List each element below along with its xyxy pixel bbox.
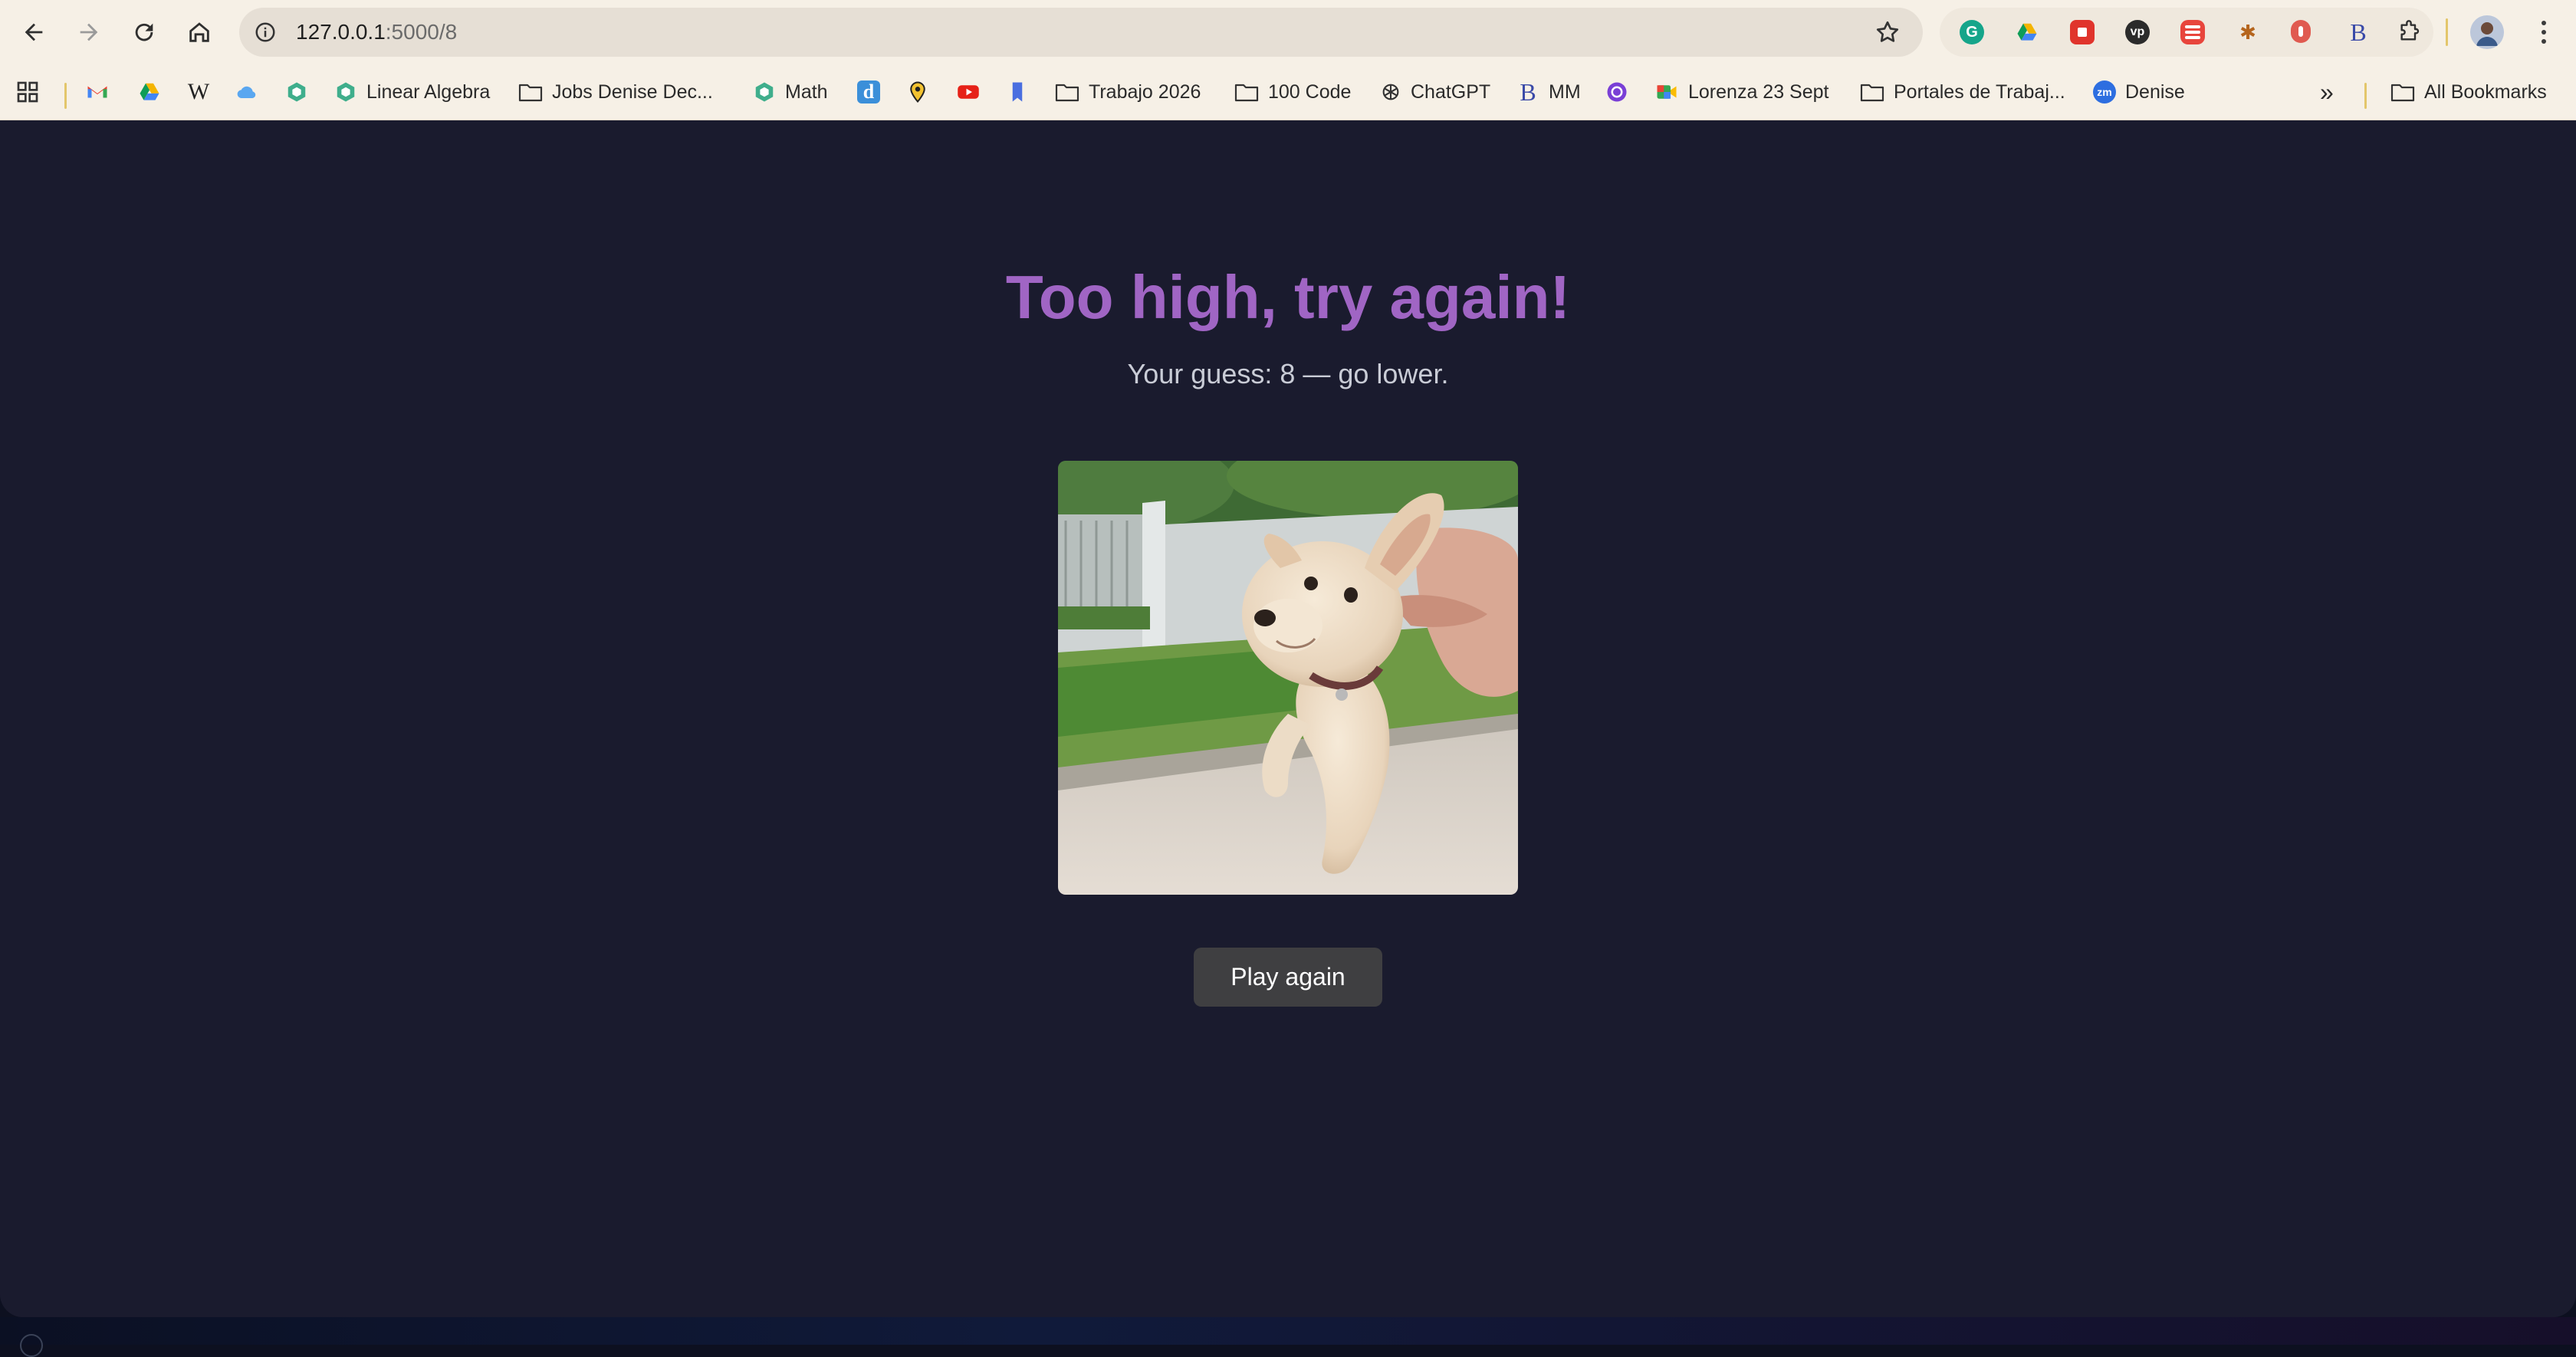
cloud-icon xyxy=(237,86,256,99)
bookmark-denise[interactable]: zm Denise xyxy=(2093,72,2185,112)
bookmark-mm[interactable]: B MM xyxy=(1516,72,1581,112)
hexagon-icon xyxy=(755,82,774,102)
folder-icon xyxy=(1234,84,1259,102)
bug-extension-icon[interactable]: ✱ xyxy=(2236,20,2260,44)
google-meet-icon xyxy=(1657,85,1677,99)
bookmark-star-icon[interactable] xyxy=(1874,18,1901,46)
location-pin-icon xyxy=(910,81,925,104)
youtube-icon xyxy=(958,85,979,99)
bookmark-ribbon[interactable] xyxy=(1006,72,1029,112)
url-text[interactable]: 127.0.0.1:5000/8 xyxy=(296,8,457,57)
bookmark-d[interactable]: d xyxy=(857,72,880,112)
profile-avatar[interactable] xyxy=(2470,15,2504,49)
guess-feedback: Your guess: 8 — go lower. xyxy=(1127,358,1449,389)
b-site-icon: B xyxy=(1520,77,1536,106)
google-drive-icon xyxy=(140,83,159,100)
d-site-icon: d xyxy=(857,80,880,104)
wikipedia-icon: W xyxy=(187,79,210,104)
bookmark-lorenza[interactable]: Lorenza 23 Sept xyxy=(1654,72,1829,112)
bookmark-youtube[interactable] xyxy=(955,72,981,112)
bookmark-linear-algebra[interactable]: Linear Algebra xyxy=(334,72,490,112)
folder-icon xyxy=(1055,84,1079,102)
google-drive-extension-icon[interactable] xyxy=(2015,20,2039,44)
browser-window: 127.0.0.1:5000/8 G vp ✱ B W Linear Algeb… xyxy=(0,0,2576,1317)
forward-arrow-icon[interactable] xyxy=(67,11,110,54)
bookmarks-divider xyxy=(2364,83,2367,109)
bookmark-label: Denise xyxy=(2125,80,2185,103)
site-info-icon[interactable] xyxy=(250,17,281,48)
bookmark-hex[interactable] xyxy=(285,72,308,112)
page-content: Too high, try again! Your guess: 8 — go … xyxy=(0,120,2576,1317)
b-extension-icon[interactable]: B xyxy=(2346,18,2371,46)
mic-extension-icon[interactable] xyxy=(2291,20,2311,43)
back-arrow-icon[interactable] xyxy=(12,11,55,54)
vd-extension-icon[interactable]: vp xyxy=(2125,20,2150,44)
home-icon[interactable] xyxy=(178,11,221,54)
puppy-image xyxy=(1058,461,1518,895)
bookmark-label: Portales de Trabaj... xyxy=(1894,80,2065,103)
bookmark-folder-jobs[interactable]: Jobs Denise Dec... xyxy=(518,72,713,112)
bookmark-folder-all[interactable]: All Bookmarks xyxy=(2390,72,2547,112)
grammarly-extension-icon[interactable]: G xyxy=(1960,20,1984,44)
play-again-button[interactable]: Play again xyxy=(1194,948,1382,1007)
extensions-area: G vp ✱ B xyxy=(1940,8,2433,57)
bookmark-drive[interactable] xyxy=(138,72,161,112)
bookmark-ribbon-icon xyxy=(1012,82,1023,102)
folder-icon xyxy=(518,84,543,102)
stack-extension-icon[interactable] xyxy=(2180,20,2205,44)
bookmark-math[interactable]: Math xyxy=(753,72,828,112)
bookmarks-divider xyxy=(64,83,67,109)
url-host: 127.0.0.1 xyxy=(296,20,386,44)
folder-icon xyxy=(1860,84,1884,102)
browser-menu-icon[interactable] xyxy=(2530,15,2558,49)
bookmark-folder-trabajo[interactable]: Trabajo 2026 xyxy=(1055,72,1201,112)
bookmarks-overflow-chevron-icon[interactable]: » xyxy=(2320,72,2334,112)
bookmark-folder-portales[interactable]: Portales de Trabaj... xyxy=(1860,72,2065,112)
url-path: :5000/8 xyxy=(385,20,458,44)
bookmark-label: All Bookmarks xyxy=(2424,80,2547,103)
bookmark-label: Trabajo 2026 xyxy=(1089,80,1201,103)
folder-icon xyxy=(2390,84,2415,102)
bookmark-folder-100-code[interactable]: 100 Code xyxy=(1234,72,1351,112)
bookmark-cloud[interactable] xyxy=(235,72,259,112)
bookmark-label: 100 Code xyxy=(1268,80,1352,103)
zoom-icon: zm xyxy=(2093,80,2116,104)
address-bar[interactable]: 127.0.0.1:5000/8 xyxy=(239,8,1923,57)
bookmark-label: MM xyxy=(1549,80,1581,103)
desktop-dock-strip xyxy=(0,1317,2576,1345)
result-heading: Too high, try again! xyxy=(1005,263,1571,331)
purple-circle-icon xyxy=(1607,82,1627,102)
reload-icon[interactable] xyxy=(123,11,166,54)
hexagon-icon xyxy=(337,82,355,102)
hexagon-icon xyxy=(288,82,306,102)
bookmark-purple[interactable] xyxy=(1605,72,1628,112)
browser-toolbar: 127.0.0.1:5000/8 G vp ✱ B xyxy=(0,0,2576,64)
bookmark-label: Lorenza 23 Sept xyxy=(1688,80,1829,103)
apps-grid-icon[interactable] xyxy=(15,72,40,112)
toolbar-divider xyxy=(2446,18,2448,46)
bookmark-label: Linear Algebra xyxy=(366,80,491,103)
dock-circle-icon xyxy=(20,1334,43,1357)
bookmark-label: ChatGPT xyxy=(1411,80,1491,103)
bookmarks-bar: W Linear Algebra Jobs Denise Dec... Math… xyxy=(0,64,2576,120)
chatgpt-icon xyxy=(1382,84,1399,100)
bookmark-gmail[interactable] xyxy=(86,72,109,112)
bookmark-label: Jobs Denise Dec... xyxy=(552,80,713,103)
gmail-icon xyxy=(87,86,107,98)
bookmark-chatgpt[interactable]: ChatGPT xyxy=(1380,72,1490,112)
extensions-puzzle-icon[interactable] xyxy=(2397,20,2421,44)
bookmark-wikipedia[interactable]: W xyxy=(187,72,210,112)
bookmark-label: Math xyxy=(785,80,828,103)
bookmark-pin[interactable] xyxy=(906,72,929,112)
record-extension-icon[interactable] xyxy=(2070,20,2095,44)
